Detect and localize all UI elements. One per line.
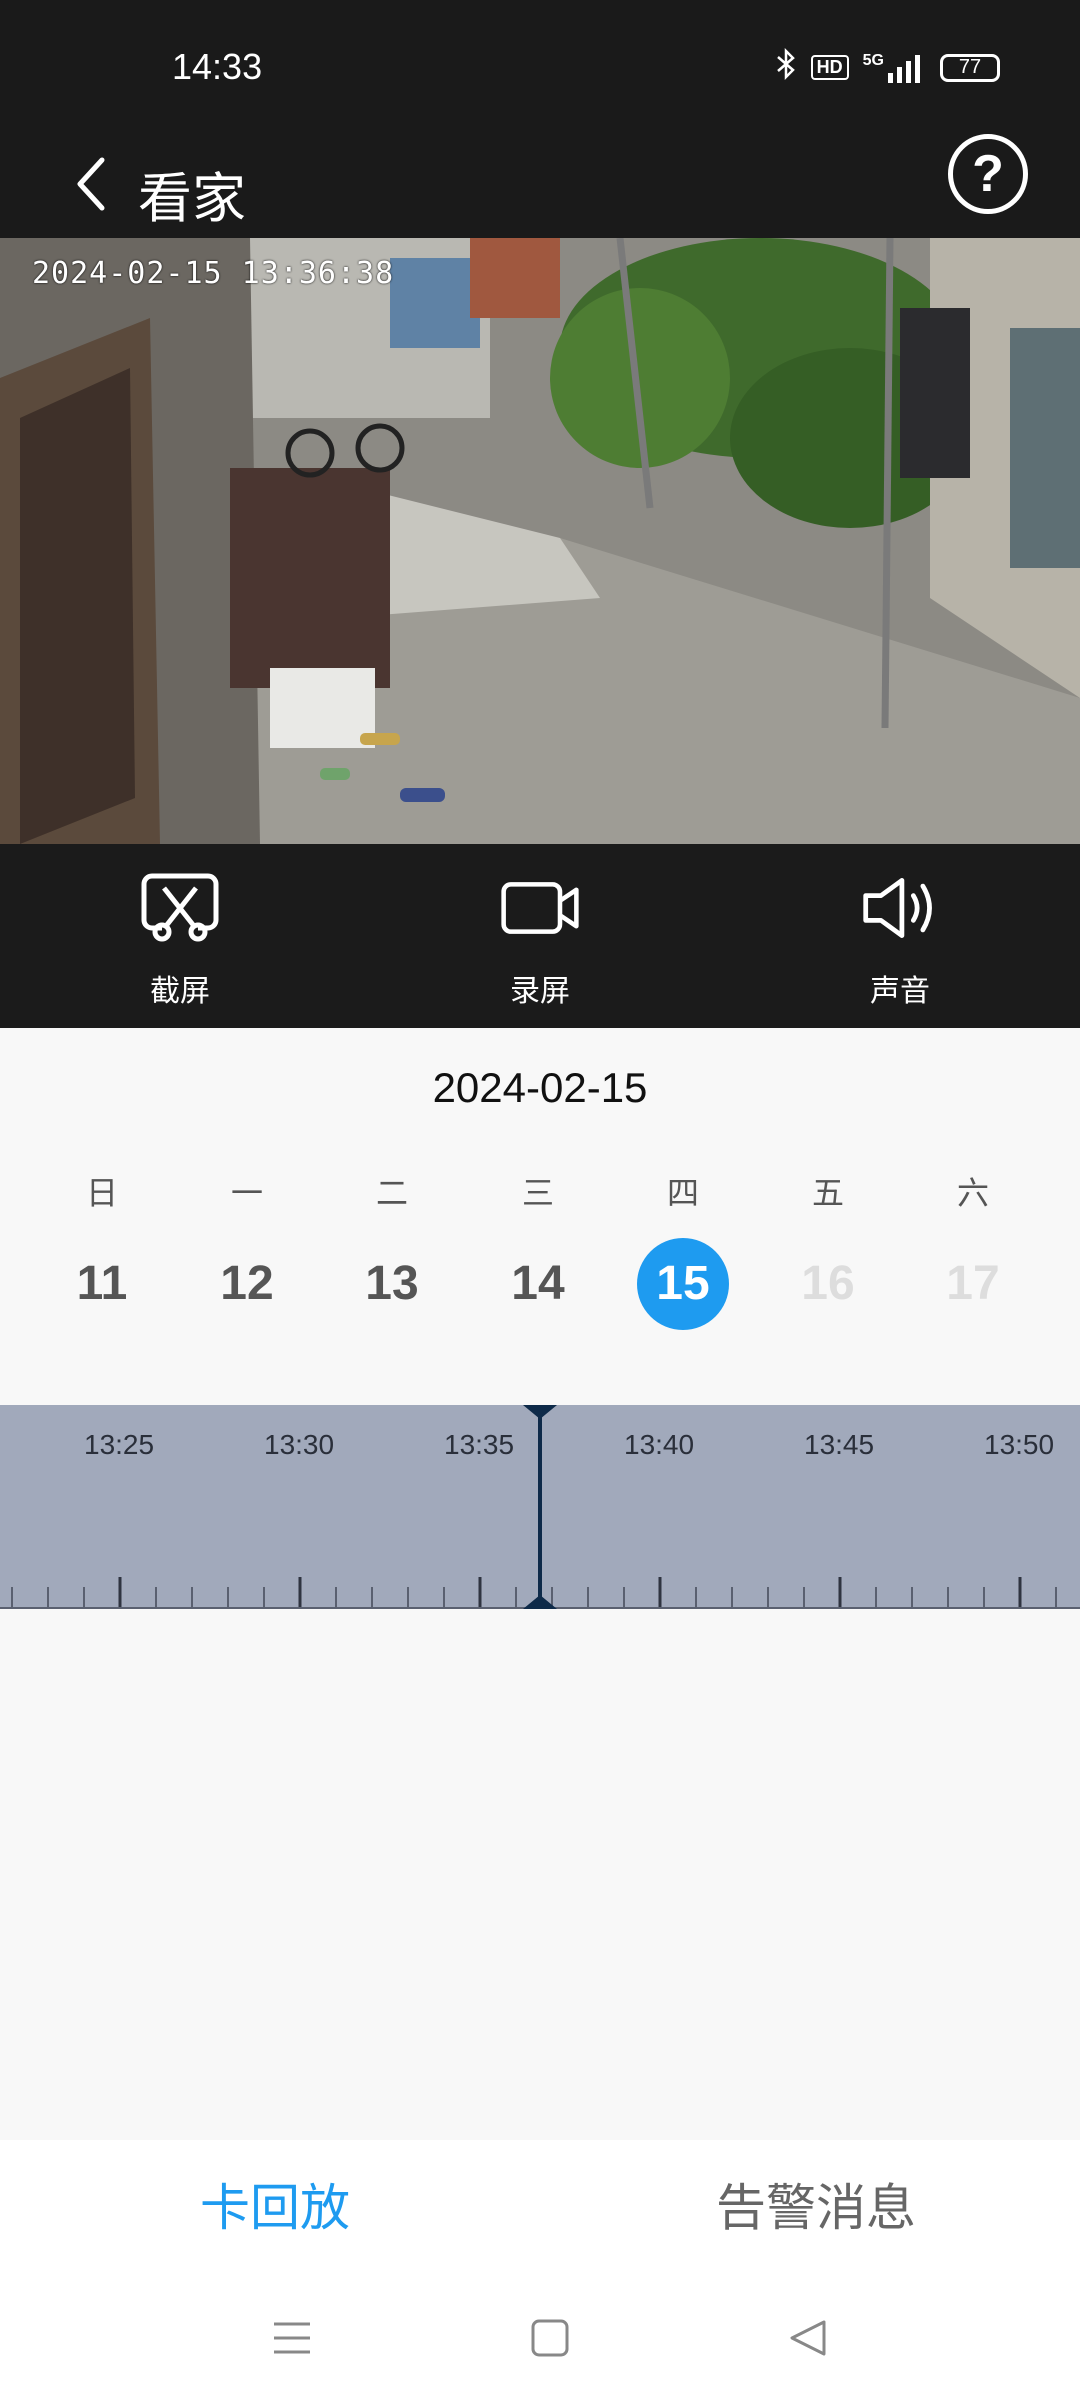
back-icon[interactable]: [778, 2308, 838, 2368]
camera-scene-image: [0, 238, 1080, 844]
bottom-tabs: 卡回放 告警消息: [0, 2140, 1080, 2270]
video-controls: 截屏 录屏 声音: [0, 844, 1080, 1028]
screenshot-label: 截屏: [150, 974, 210, 1009]
home-icon[interactable]: [520, 2308, 580, 2368]
chevron-left-icon: [77, 157, 105, 211]
weekday-label: 五: [811, 1174, 844, 1212]
weekday-label: 一: [230, 1174, 263, 1212]
app-bar: 看家 ?: [0, 130, 1080, 238]
day-item[interactable]: 13: [342, 1238, 442, 1330]
day-item[interactable]: 14: [488, 1238, 588, 1330]
record-button[interactable]: 录屏: [450, 872, 630, 1010]
sound-button[interactable]: 声音: [810, 872, 990, 1010]
weekday-label: 二: [375, 1174, 408, 1212]
video-timestamp: 2024-02-15 13:36:38: [32, 256, 395, 291]
battery-icon: 77: [940, 53, 1000, 82]
hd-icon: HD: [810, 55, 849, 80]
status-time: 14:33: [172, 46, 263, 87]
system-nav-bar: [0, 2270, 1080, 2400]
day-item-disabled: 16: [801, 1257, 855, 1310]
camera-video-feed[interactable]: 2024-02-15 13:36:38: [0, 238, 1080, 844]
weekday-label: 三: [521, 1174, 554, 1212]
video-camera-icon: [500, 872, 580, 944]
weekday-label: 六: [956, 1174, 989, 1212]
day-item-selected[interactable]: 15: [633, 1238, 733, 1330]
tab-card-playback[interactable]: 卡回放: [200, 2168, 350, 2240]
selected-date[interactable]: 2024-02-15: [0, 1064, 1080, 1112]
day-item[interactable]: 11: [52, 1238, 152, 1330]
screenshot-button[interactable]: 截屏: [90, 872, 270, 1010]
timeline-cursor-top: [523, 1405, 557, 1419]
timeline-cursor[interactable]: [538, 1405, 542, 1609]
signal-bars-icon: [888, 54, 920, 83]
status-icons: HD 5G 77: [775, 47, 1000, 87]
menu-icon[interactable]: [262, 2308, 322, 2368]
sound-label: 声音: [870, 974, 930, 1009]
back-button[interactable]: [52, 142, 132, 226]
day-item[interactable]: 12: [197, 1238, 297, 1330]
5g-signal-icon: 5G: [862, 51, 926, 83]
screenshot-scissors-icon: [140, 872, 220, 944]
bluetooth-icon: [775, 47, 797, 87]
playback-timeline[interactable]: 13:25 13:30 13:35 13:40 13:45 13:50: [0, 1405, 1080, 1609]
timeline-cursor-bottom: [523, 1595, 557, 1609]
speaker-icon: [860, 872, 940, 944]
page-title: 看家: [138, 167, 246, 230]
tab-alarm-messages[interactable]: 告警消息: [716, 2168, 916, 2240]
status-bar: 14:33 HD 5G 77: [0, 0, 1080, 130]
network-type: 5G: [862, 51, 884, 69]
record-label: 录屏: [510, 974, 570, 1009]
day-item-disabled: 17: [946, 1257, 1000, 1310]
weekday-label: 日: [85, 1174, 118, 1212]
help-button[interactable]: ?: [948, 134, 1028, 214]
weekday-label: 四: [666, 1174, 699, 1212]
